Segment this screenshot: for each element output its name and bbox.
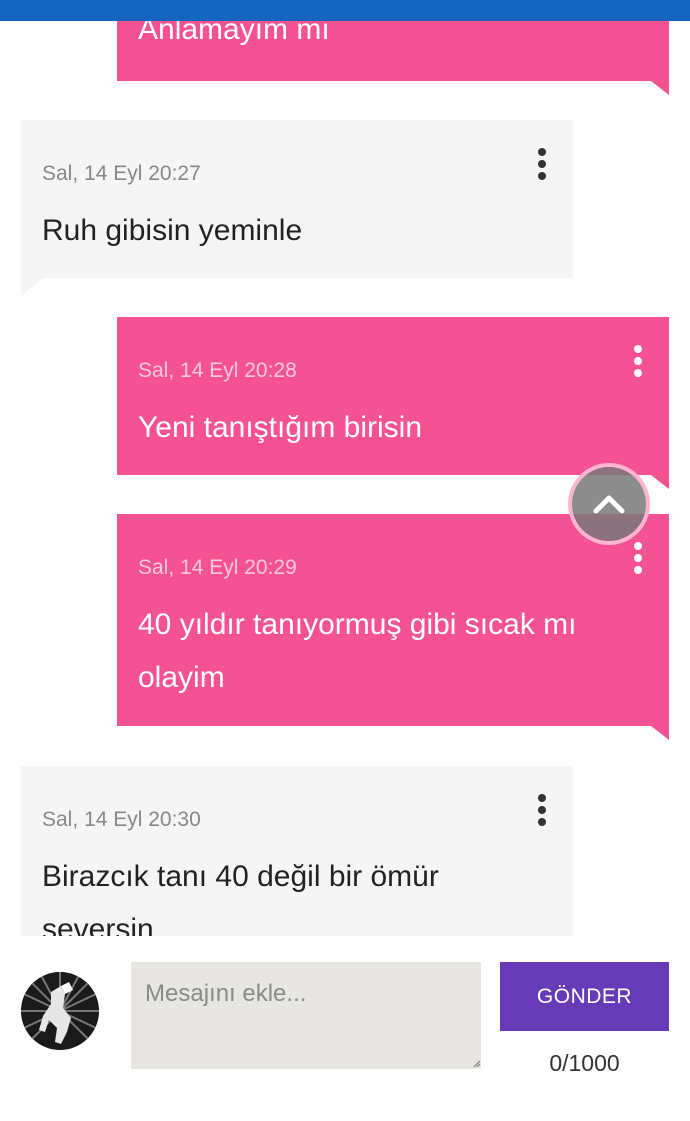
message-text: Ruh gibisin yeminle: [42, 214, 303, 247]
message-text: 40 yıldır tanıyormuş gibi sıcak mı olayi…: [138, 608, 577, 694]
message-timestamp: Sal, 14 Eyl 20:29: [138, 556, 297, 579]
more-options-icon[interactable]: [537, 794, 547, 830]
message-timestamp: Sal, 14 Eyl 20:30: [42, 808, 201, 831]
more-options-icon[interactable]: [537, 148, 547, 184]
message-bubble-sent[interactable]: Anlamayım mı: [117, 21, 669, 95]
message-text: Yeni tanıştığım birisin: [138, 411, 423, 444]
status-bar: [0, 0, 690, 21]
more-options-icon[interactable]: [633, 345, 643, 381]
character-counter: 0/1000: [549, 1050, 620, 1076]
bubble-tail: [651, 475, 669, 489]
send-button[interactable]: GÖNDER: [500, 962, 669, 1031]
avatar[interactable]: [21, 972, 99, 1050]
resize-handle-icon[interactable]: [473, 1060, 481, 1068]
chevron-up-icon: [593, 495, 625, 514]
scroll-to-top-button[interactable]: [572, 467, 646, 541]
message-timestamp: Sal, 14 Eyl 20:28: [138, 359, 297, 382]
message-input[interactable]: [131, 962, 481, 1069]
message-bubble-sent[interactable]: Sal, 14 Eyl 20:28 Yeni tanıştığım birisi…: [117, 317, 669, 489]
user-avatar-icon: [21, 972, 99, 1050]
message-timestamp: Sal, 14 Eyl 20:27: [42, 162, 201, 185]
message-text: Anlamayım mı: [138, 21, 330, 46]
bubble-tail: [651, 726, 669, 740]
message-bubble-received[interactable]: Sal, 14 Eyl 20:27 Ruh gibisin yeminle: [21, 120, 573, 296]
bubble-tail: [21, 278, 43, 296]
more-options-icon[interactable]: [633, 542, 643, 578]
message-bubble-sent[interactable]: Sal, 14 Eyl 20:29 40 yıldır tanıyormuş g…: [117, 514, 669, 740]
message-text: Birazcık tanı 40 değil bir ömür seversin: [42, 860, 439, 936]
message-bubble-received[interactable]: Sal, 14 Eyl 20:30 Birazcık tanı 40 değil…: [21, 766, 573, 936]
bubble-tail: [651, 81, 669, 95]
